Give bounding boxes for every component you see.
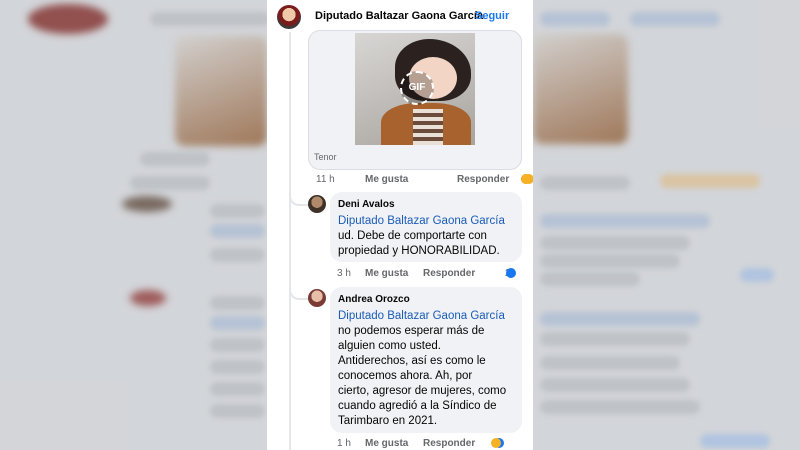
comment-header: Diputado Baltazar Gaona García Seguir: [267, 0, 533, 32]
thread-connector: [289, 32, 291, 450]
comment-timestamp[interactable]: 11 h: [316, 174, 335, 185]
reply-connector: [289, 280, 309, 300]
gif-image[interactable]: GIF: [355, 33, 475, 145]
reply-mention[interactable]: Diputado Baltazar Gaona García: [338, 309, 514, 324]
reply-text-line: Tarimbaro en 2021.: [338, 415, 438, 427]
reply-author[interactable]: Andrea Orozco: [338, 293, 514, 307]
left-blur-overlay: [0, 0, 267, 450]
reply-bubble: Andrea Orozco Diputado Baltazar Gaona Ga…: [330, 287, 522, 433]
comment-thread: Diputado Baltazar Gaona García Seguir GI…: [267, 0, 533, 450]
reply-text-line: Antiderechos, así es como le: [338, 355, 486, 367]
comment-actions: 11 h Me gusta Responder 11: [316, 174, 533, 188]
gif-source-label: Tenor: [314, 152, 337, 162]
reply-text-line: conocemos ahora. Ah, por: [338, 370, 473, 382]
reply-mention[interactable]: Diputado Baltazar Gaona García: [338, 214, 514, 229]
gif-subject-shirt: [413, 109, 443, 145]
reply-text-line: cierto, agresor de mujeres, como: [338, 385, 507, 397]
reply-text-line: propiedad y HONORABILIDAD.: [338, 245, 500, 257]
follow-link[interactable]: Seguir: [475, 10, 509, 22]
reply-avatar[interactable]: [308, 289, 326, 307]
reply-actions: 3 h Me gusta Responder 2: [337, 268, 527, 282]
reply-text-line: no podemos esperar más de: [338, 325, 485, 337]
reply-button[interactable]: Responder: [457, 174, 509, 185]
like-emoji-icon: [506, 268, 516, 278]
like-button[interactable]: Me gusta: [365, 174, 408, 185]
gif-attachment[interactable]: GIF Tenor: [308, 30, 522, 170]
wow-emoji-icon: [491, 438, 501, 448]
like-button[interactable]: Me gusta: [365, 268, 408, 279]
reply-connector: [289, 186, 309, 206]
right-blur-overlay: [533, 0, 800, 450]
author-name[interactable]: Diputado Baltazar Gaona García: [315, 10, 483, 22]
reply-bubble: Deni Avalos Diputado Baltazar Gaona Garc…: [330, 192, 522, 262]
wow-emoji-icon: [521, 174, 531, 184]
gif-play-badge[interactable]: GIF: [400, 71, 434, 105]
reply-timestamp[interactable]: 1 h: [337, 438, 351, 449]
reply-actions: 1 h Me gusta Responder 3: [337, 438, 527, 450]
reply-text-line: ud. Debe de comportarte con: [338, 230, 487, 242]
reply-author[interactable]: Deni Avalos: [338, 198, 514, 212]
reply-timestamp[interactable]: 3 h: [337, 268, 351, 279]
reply-text-line: alguien como usted.: [338, 340, 441, 352]
reply-button[interactable]: Responder: [423, 438, 475, 449]
reply-button[interactable]: Responder: [423, 268, 475, 279]
like-button[interactable]: Me gusta: [365, 438, 408, 449]
reply-text-line: cuando agredió a la Síndico de: [338, 400, 497, 412]
author-avatar[interactable]: [277, 5, 301, 29]
reply-avatar[interactable]: [308, 195, 326, 213]
